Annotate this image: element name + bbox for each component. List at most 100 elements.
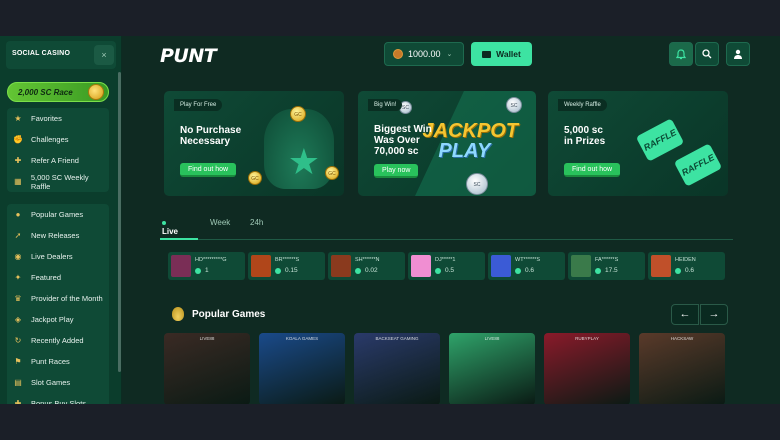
rocket-icon: ➚ [14, 230, 22, 240]
coin-icon [88, 84, 104, 100]
sidebar-item-label: Jackpot Play [31, 315, 74, 324]
top-letterbox [0, 0, 780, 36]
tab-week[interactable]: Week [210, 218, 230, 227]
game-thumbnail [171, 255, 191, 277]
favorites-icon: ★ [14, 113, 22, 123]
play-now-button[interactable]: Play now [374, 164, 419, 178]
tab-label: Live [162, 227, 179, 236]
sidebar-item[interactable]: ↻ Recently Added [7, 330, 109, 351]
win-amount: 0.5 [435, 267, 454, 274]
trophy-icon: ♛ [14, 293, 22, 303]
find-out-how-button[interactable]: Find out how [180, 163, 237, 177]
wallet-label: Wallet [496, 49, 521, 59]
bottom-letterbox [0, 404, 780, 440]
notifications-button[interactable] [669, 42, 693, 66]
sidebar-item[interactable]: ✦ Featured [7, 267, 109, 288]
game-thumbnail [251, 255, 271, 277]
sidebar-item[interactable]: ◉ Live Dealers [7, 246, 109, 267]
sc-coin-icon: SC [506, 97, 522, 113]
balance-selector[interactable]: 1000.00 ⌄ [384, 42, 464, 66]
sidebar-item-label: Slot Games [31, 378, 71, 387]
provider-label: LIVE88 [484, 336, 500, 341]
sc-coin-icon [515, 267, 521, 274]
game-card[interactable]: HACKSAW [639, 333, 725, 404]
amount-value: 0.6 [525, 267, 535, 274]
sc-coin-icon [435, 267, 441, 274]
sidebar-item[interactable]: ➚ New Releases [7, 225, 109, 246]
sc-coin-icon: SC [466, 173, 488, 195]
banner-no-purchase[interactable]: ★ GC GC GC Play For Free No Purchase Nec… [164, 91, 344, 196]
profile-button[interactable] [726, 42, 750, 66]
sidebar-item[interactable]: ▤ Slot Games [7, 372, 109, 393]
tab-24h[interactable]: 24h [250, 218, 263, 227]
search-icon [702, 49, 712, 59]
banner-weekly-raffle[interactable]: RAFFLE RAFFLE Weekly Raffle 5,000 sc in … [548, 91, 728, 196]
sc-coin-icon [595, 267, 601, 274]
sidebar-item[interactable]: ✚ Bonus Buy Slots [7, 393, 109, 405]
star-icon: ★ [287, 141, 320, 182]
game-card[interactable]: KOALA GAMES [259, 333, 345, 404]
win-card[interactable]: HD*********G 1 [168, 252, 245, 280]
sc-coin-icon [355, 267, 361, 274]
nav-menu: ● Popular Games ➚ New Releases ◉ Live Dealers… [7, 204, 109, 404]
win-card[interactable]: WT******S 0.6 [488, 252, 565, 280]
popular-icon: ● [15, 209, 21, 219]
wallet-button[interactable]: Wallet [471, 42, 532, 66]
banner-tag: Weekly Raffle [558, 99, 607, 111]
next-button[interactable]: → [700, 304, 728, 325]
sc-coin-icon [275, 267, 281, 274]
player-name: FA******S [595, 257, 619, 263]
section-title: Popular Games [192, 309, 266, 320]
win-card[interactable]: DJ*****1 0.5 [408, 252, 485, 280]
win-card[interactable]: SH******N 0.02 [328, 252, 405, 280]
balance-value: 1000.00 [408, 49, 441, 59]
sidebar-item[interactable]: ✊ Challenges [7, 129, 109, 150]
promo-menu: ★ Favorites ✊ Challenges ✚ Refer A Friend ▦ 5,0… [7, 108, 109, 192]
active-tab-indicator [160, 238, 198, 240]
sidebar-item-label: Favorites [31, 114, 62, 123]
sidebar-item-label: 5,000 SC Weekly Raffle [30, 172, 89, 191]
sidebar-item[interactable]: ★ Favorites [7, 108, 109, 129]
provider-label: LIVE88 [199, 336, 215, 341]
search-button[interactable] [695, 42, 719, 66]
player-name: HEIDEN [675, 257, 696, 263]
sidebar-item[interactable]: ▦ 5,000 SC Weekly Raffle [7, 171, 109, 192]
game-thumbnail [411, 255, 431, 277]
game-card[interactable]: RUBYPLAY [544, 333, 630, 404]
race-flag-icon: ⚑ [14, 356, 22, 366]
win-amount: 0.02 [355, 267, 378, 274]
popular-icon [172, 307, 184, 321]
sidebar-item[interactable]: ● Popular Games [7, 204, 109, 225]
sidebar-scrollbar[interactable] [118, 72, 121, 372]
game-thumbnail [571, 255, 591, 277]
sidebar-item[interactable]: ✚ Refer A Friend [7, 150, 109, 171]
sidebar-item-label: Popular Games [31, 210, 84, 219]
sidebar-item[interactable]: ♛ Provider of the Month [7, 288, 109, 309]
win-card[interactable]: FA******S 17.5 [568, 252, 645, 280]
win-card[interactable]: BR******S 0.15 [248, 252, 325, 280]
gc-coin-icon: GC [325, 166, 339, 180]
game-card[interactable]: LIVE88 [164, 333, 250, 404]
gc-coin-icon: GC [290, 106, 306, 122]
live-dealer-icon: ◉ [14, 251, 22, 261]
refer-friend-icon: ✚ [14, 155, 22, 165]
banner-title: Biggest Win Was Over 70,000 sc [374, 124, 432, 157]
player-name: BR******S [275, 257, 300, 263]
win-card[interactable]: HEIDEN 0.6 [648, 252, 725, 280]
sc-race-button[interactable]: 2,000 SC Race [7, 82, 109, 102]
tab-live[interactable]: Live [162, 218, 178, 236]
sidebar-item[interactable]: ◈ Jackpot Play [7, 309, 109, 330]
banner-biggest-win[interactable]: JACKPOT PLAY SC SC SC Big Win! Biggest Wi… [358, 91, 536, 196]
sidebar-item[interactable]: ⚑ Punt Races [7, 351, 109, 372]
game-card[interactable]: BACKSEAT GAMING [354, 333, 440, 404]
close-sidebar-button[interactable]: × [94, 45, 114, 65]
tab-divider [160, 239, 733, 240]
punt-logo[interactable]: PUNT [160, 45, 217, 67]
game-card[interactable]: LIVE88 [449, 333, 535, 404]
prev-button[interactable]: ← [671, 304, 699, 325]
game-thumbnail [651, 255, 671, 277]
jackpot-word: JACKPOT [422, 120, 518, 142]
live-dot-icon [162, 220, 166, 225]
amount-value: 17.5 [605, 267, 618, 274]
find-out-how-button[interactable]: Find out how [564, 163, 621, 177]
